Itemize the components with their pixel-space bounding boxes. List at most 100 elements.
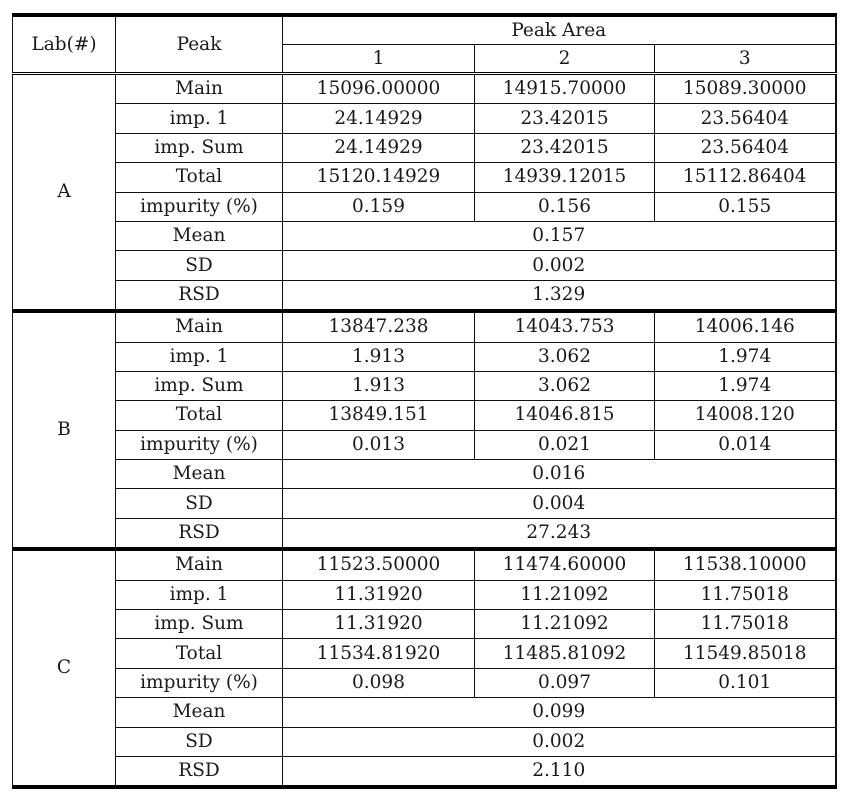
peak-label: imp. Sum: [115, 609, 283, 640]
stat-value-mean: 0.099: [282, 697, 837, 728]
peak-label: impurity (%): [115, 667, 283, 699]
peak-label: imp. Sum: [115, 370, 283, 402]
table-row: Total 15120.14929 14939.12015 15112.86404: [13, 162, 837, 193]
peak-label: Total: [115, 162, 283, 193]
value-run-2: 14046.815: [474, 400, 655, 431]
stat-row: SD 0.002: [13, 726, 837, 757]
value-run-2: 0.097: [474, 667, 655, 699]
value-run-1: 1.913: [282, 370, 475, 402]
stat-row: RSD 27.243: [13, 517, 837, 552]
value-run-3: 11538.10000: [654, 547, 837, 581]
table-row: Total 11534.81920 11485.81092 11549.85018: [13, 638, 837, 669]
table-row: B Main 13847.238 14043.753 14006.146: [12, 309, 837, 552]
value-run-2: 14915.70000: [474, 72, 655, 105]
stat-label-sd: SD: [115, 726, 283, 757]
stat-label-mean: Mean: [115, 459, 283, 490]
value-run-2: 11474.60000: [474, 547, 655, 581]
value-run-3: 14006.146: [654, 309, 837, 343]
stat-row: Mean 0.157: [13, 220, 837, 252]
header-run-1: 1: [282, 44, 475, 75]
value-run-3: 15112.86404: [654, 162, 837, 193]
stat-value-sd: 0.002: [282, 250, 837, 281]
peak-label: Total: [115, 638, 283, 669]
value-run-1: 15096.00000: [282, 72, 475, 105]
peak-label: imp. 1: [115, 103, 283, 134]
value-run-2: 23.42015: [474, 103, 655, 134]
table-row: imp. Sum 11.31920 11.21092 11.75018: [13, 609, 837, 640]
value-run-3: 11.75018: [654, 609, 837, 640]
stat-label-mean: Mean: [115, 697, 283, 728]
peak-label: impurity (%): [115, 429, 283, 461]
stat-label-sd: SD: [115, 488, 283, 519]
value-run-2: 14939.12015: [474, 162, 655, 193]
value-run-2: 11485.81092: [474, 638, 655, 669]
peak-label: Total: [115, 400, 283, 431]
table-body: A Main 15096.00000 14915.70000 15089.30000 im…: [12, 72, 837, 790]
value-run-3: 15089.30000: [654, 72, 837, 105]
table-row: imp. Sum 1.913 3.062 1.974: [13, 370, 837, 402]
value-run-3: 0.014: [654, 429, 837, 461]
stat-row: RSD 2.110: [13, 755, 837, 790]
table-row: imp. Sum 24.14929 23.42015 23.56404: [13, 132, 837, 164]
stat-label-rsd: RSD: [115, 755, 283, 790]
header-peak-area: Peak Area: [282, 13, 837, 45]
table-row: A Main 15096.00000 14915.70000 15089.30000: [12, 72, 837, 314]
value-run-2: 23.42015: [474, 132, 655, 164]
lab-cell: C: [12, 547, 116, 790]
value-run-3: 23.56404: [654, 132, 837, 164]
table-row: impurity (%) 0.159 0.156 0.155: [13, 191, 837, 222]
table-row: imp. 1 11.31920 11.21092 11.75018: [13, 579, 837, 611]
header-row: Lab(#) Peak Peak Area: [12, 13, 837, 75]
peak-area-table: Lab(#) Peak Peak Area 1 2 3 A Main 15096.0…: [12, 13, 837, 790]
value-run-3: 1.974: [654, 341, 837, 372]
value-run-3: 23.56404: [654, 103, 837, 134]
value-run-2: 3.062: [474, 370, 655, 402]
stat-row: RSD 1.329: [13, 279, 837, 314]
value-run-2: 3.062: [474, 341, 655, 372]
value-run-1: 1.913: [282, 341, 475, 372]
stat-label-rsd: RSD: [115, 279, 283, 314]
value-run-1: 0.098: [282, 667, 475, 699]
stat-row: SD 0.002: [13, 250, 837, 281]
stat-row: SD 0.004: [13, 488, 837, 519]
value-run-1: 11.31920: [282, 609, 475, 640]
header-lab: Lab(#): [12, 13, 116, 75]
peak-label: imp. 1: [115, 579, 283, 611]
lab-cell: A: [12, 73, 116, 314]
stat-value-sd: 0.004: [282, 488, 837, 519]
stat-value-rsd: 1.329: [282, 279, 837, 314]
value-run-1: 0.013: [282, 429, 475, 461]
peak-label: Main: [115, 547, 283, 581]
value-run-3: 11549.85018: [654, 638, 837, 669]
value-run-1: 11.31920: [282, 579, 475, 611]
peak-label: imp. Sum: [115, 132, 283, 164]
value-run-2: 14043.753: [474, 309, 655, 343]
value-run-2: 0.156: [474, 191, 655, 222]
value-run-2: 11.21092: [474, 609, 655, 640]
value-run-1: 15120.14929: [282, 162, 475, 193]
table-row: imp. 1 24.14929 23.42015 23.56404: [13, 103, 837, 134]
peak-label: imp. 1: [115, 341, 283, 372]
value-run-1: 13849.151: [282, 400, 475, 431]
value-run-1: 11523.50000: [282, 547, 475, 581]
header-run-3: 3: [654, 44, 837, 75]
stat-value-sd: 0.002: [282, 726, 837, 757]
table-row: C Main 11523.50000 11474.60000 11538.10000: [12, 547, 837, 790]
value-run-2: 11.21092: [474, 579, 655, 611]
stat-row: Mean 0.016: [13, 459, 837, 490]
stat-label-sd: SD: [115, 250, 283, 281]
value-run-3: 14008.120: [654, 400, 837, 431]
peak-label: Main: [115, 72, 283, 105]
stat-value-rsd: 27.243: [282, 517, 837, 552]
table-row: imp. 1 1.913 3.062 1.974: [13, 341, 837, 372]
peak-label: Main: [115, 309, 283, 343]
value-run-2: 0.021: [474, 429, 655, 461]
peak-label: impurity (%): [115, 191, 283, 222]
value-run-1: 24.14929: [282, 132, 475, 164]
stat-label-mean: Mean: [115, 220, 283, 252]
table-row: Total 13849.151 14046.815 14008.120: [13, 400, 837, 431]
table-row: impurity (%) 0.098 0.097 0.101: [13, 667, 837, 699]
lab-cell: B: [12, 309, 116, 552]
stat-value-mean: 0.157: [282, 220, 837, 252]
stat-value-mean: 0.016: [282, 459, 837, 490]
